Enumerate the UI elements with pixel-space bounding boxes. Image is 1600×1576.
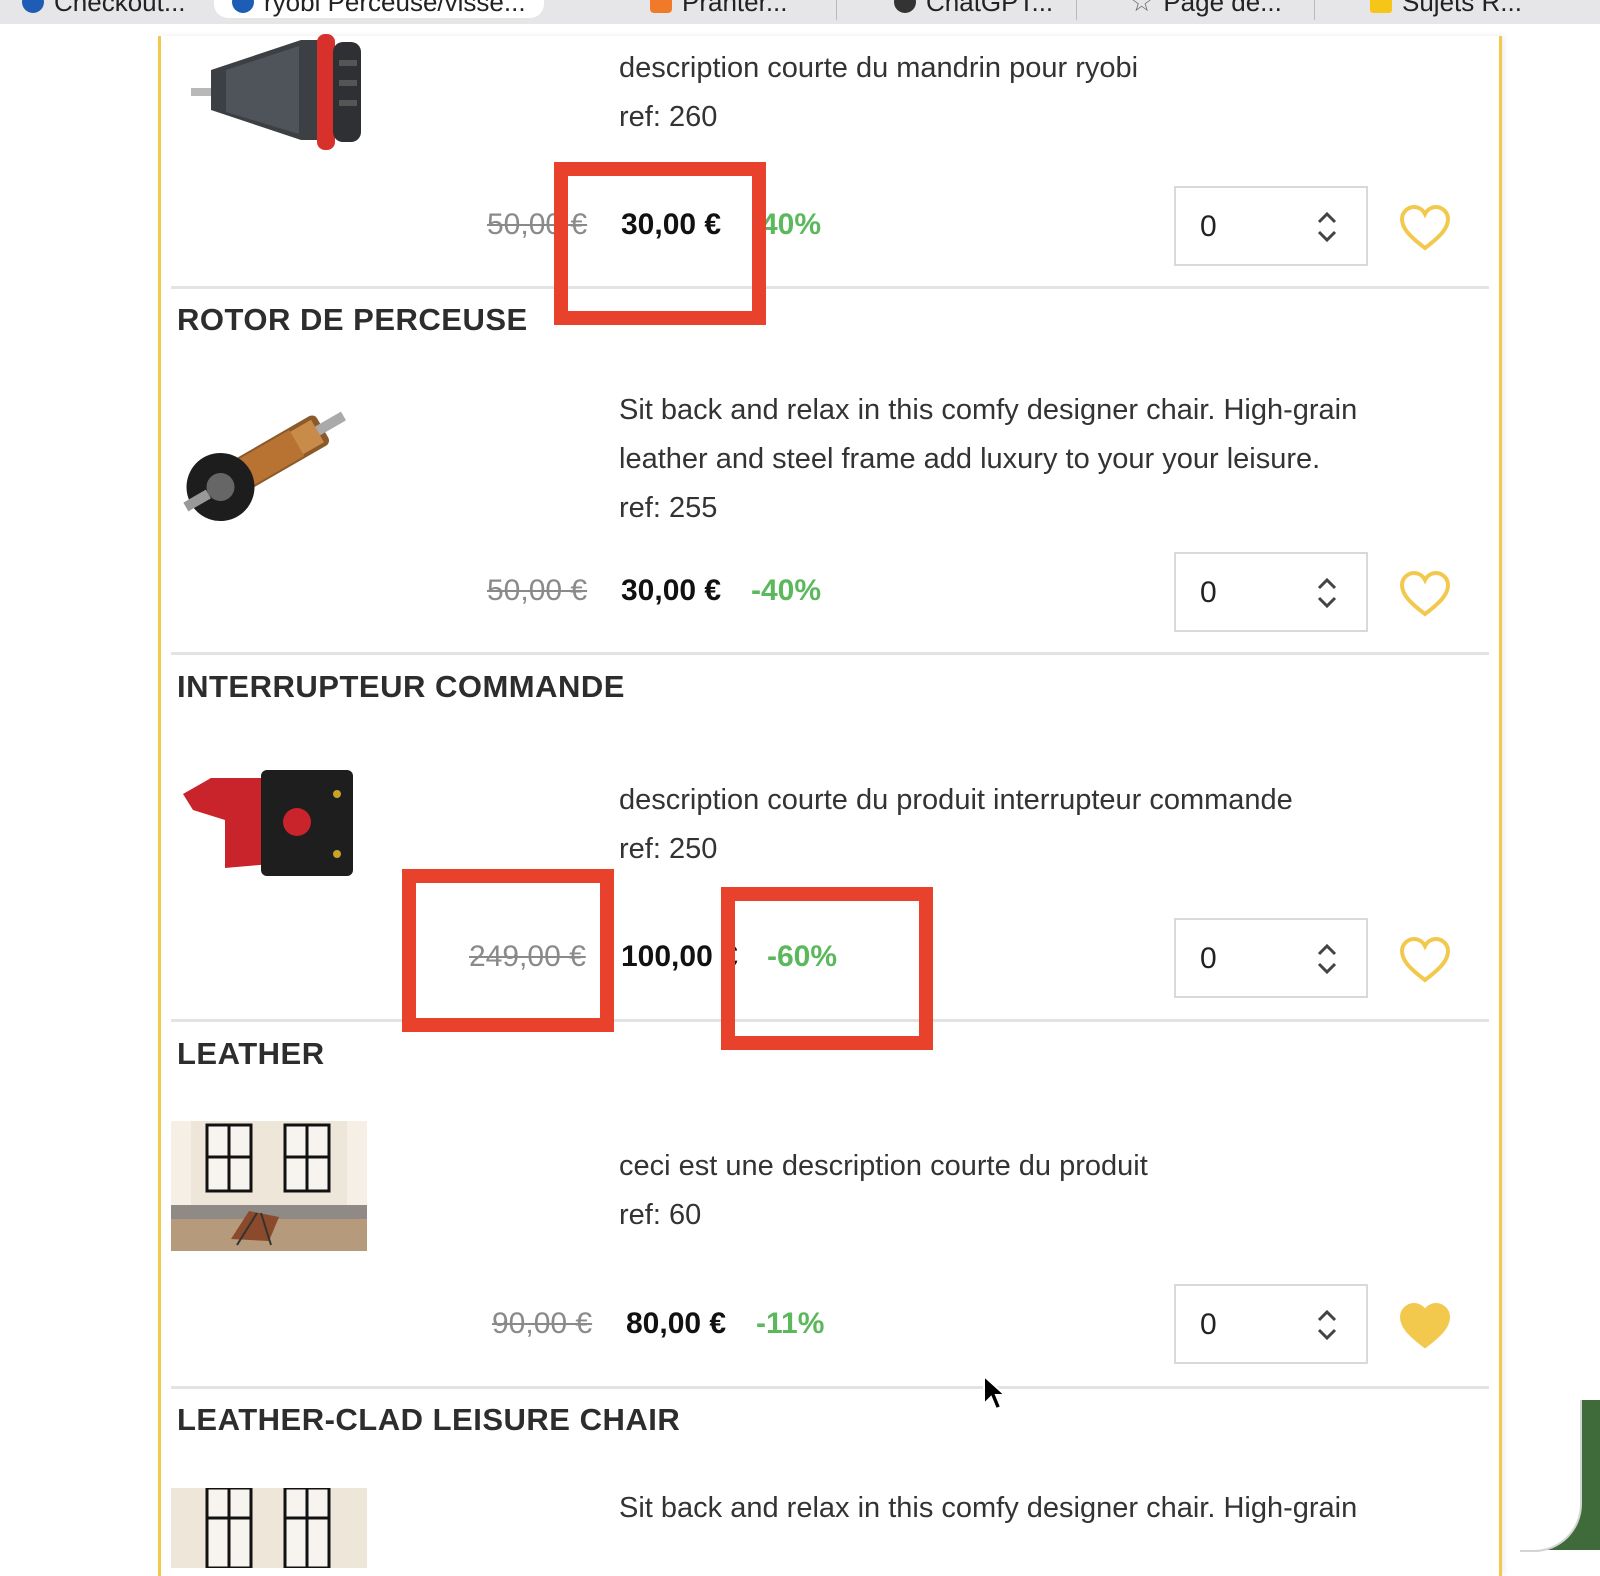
site-icon — [1370, 0, 1392, 13]
product-title[interactable]: LEATHER-CLAD LEISURE CHAIR — [177, 1402, 680, 1438]
stepper-arrows-icon[interactable] — [1314, 208, 1340, 246]
product-description: ceci est une description courte du produ… — [619, 1142, 1419, 1240]
browser-tab-active[interactable]: ryobi Perceuse/visse... — [214, 0, 544, 18]
site-icon — [650, 0, 672, 13]
discount-badge: -40% — [751, 574, 822, 607]
sale-price: 80,00 € — [626, 1307, 727, 1340]
old-price: 90,00 € — [492, 1307, 593, 1340]
star-icon: ☆ — [1130, 0, 1154, 17]
browser-tab[interactable]: Checkout... — [22, 0, 186, 18]
tab-separator — [836, 0, 837, 20]
heart-outline-icon[interactable] — [1399, 570, 1451, 618]
old-price: 50,00 € — [487, 574, 588, 607]
product-title[interactable]: ROTOR DE PERCEUSE — [177, 302, 528, 338]
discount-badge: -11% — [756, 1307, 825, 1340]
divider — [171, 1386, 1489, 1389]
heart-outline-icon[interactable] — [1399, 204, 1451, 252]
leather-chair-room-image[interactable] — [171, 1488, 367, 1568]
product-title[interactable]: LEATHER — [177, 1036, 325, 1072]
tab-separator — [1314, 0, 1315, 20]
heart-outline-icon[interactable] — [1399, 936, 1451, 984]
drill-rotor-image[interactable] — [171, 394, 367, 524]
stepper-arrows-icon[interactable] — [1314, 1306, 1340, 1344]
browser-tab[interactable]: Pranter... — [650, 0, 788, 18]
product-ref: ref: 60 — [619, 1199, 702, 1231]
product-title[interactable]: INTERRUPTEUR COMMANDE — [177, 669, 625, 705]
leather-chair-room-image[interactable] — [171, 1121, 367, 1251]
trigger-switch-image[interactable] — [171, 764, 367, 894]
desktop-background — [1520, 1400, 1600, 1552]
quantity-stepper[interactable]: 0 — [1174, 1284, 1368, 1364]
heart-filled-icon[interactable] — [1399, 1302, 1451, 1350]
mouse-cursor-icon — [983, 1374, 1006, 1411]
product-description: Sit back and relax in this comfy designe… — [619, 386, 1419, 533]
wordpress-icon — [232, 0, 254, 13]
divider — [171, 286, 1489, 289]
product-ref: ref: 250 — [619, 833, 718, 865]
divider — [171, 652, 1489, 655]
browser-tab[interactable]: Sujets R... — [1370, 0, 1522, 18]
browser-tab[interactable]: ChatGPT... — [894, 0, 1053, 18]
drill-chuck-image[interactable] — [171, 30, 367, 160]
sale-price: 30,00 € — [621, 574, 722, 607]
tab-separator — [1076, 0, 1077, 20]
annotation-box — [402, 869, 614, 1032]
quantity-stepper[interactable]: 0 — [1174, 552, 1368, 632]
wordpress-icon — [22, 0, 44, 13]
product-description: description courte du mandrin pour ryobi… — [619, 44, 1419, 142]
product-description: description courte du produit interrupte… — [619, 776, 1419, 874]
stepper-arrows-icon[interactable] — [1314, 940, 1340, 978]
chatgpt-icon — [894, 0, 916, 13]
quantity-stepper[interactable]: 0 — [1174, 186, 1368, 266]
annotation-box — [721, 887, 933, 1050]
product-list: description courte du mandrin pour ryobi… — [158, 34, 1502, 1576]
product-ref: ref: 260 — [619, 101, 718, 133]
browser-tab-strip: Checkout... ryobi Perceuse/visse... Pran… — [0, 0, 1600, 24]
product-description: Sit back and relax in this comfy designe… — [619, 1492, 1358, 1524]
stepper-arrows-icon[interactable] — [1314, 574, 1340, 612]
browser-tab[interactable]: ☆ Page de... — [1130, 0, 1282, 18]
quantity-stepper[interactable]: 0 — [1174, 918, 1368, 998]
annotation-box — [554, 162, 766, 325]
product-ref: ref: 255 — [619, 492, 718, 524]
